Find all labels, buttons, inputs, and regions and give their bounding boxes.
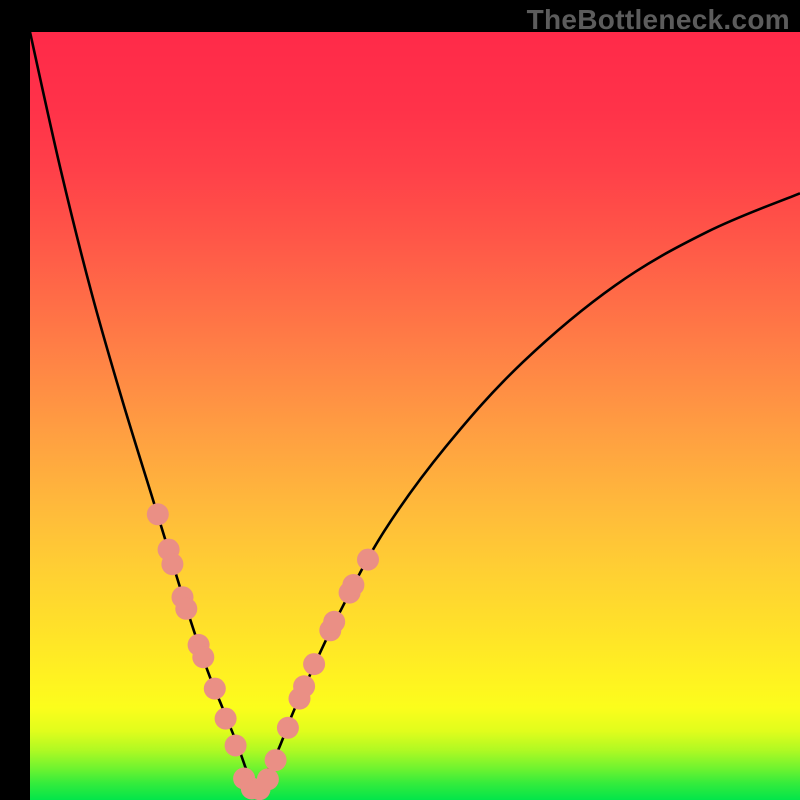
data-dot <box>204 678 226 700</box>
watermark-text: TheBottleneck.com <box>527 4 790 36</box>
data-dot <box>265 749 287 771</box>
data-dot <box>277 717 299 739</box>
data-dot <box>147 503 169 525</box>
dots-group <box>147 503 379 800</box>
data-dot <box>293 675 315 697</box>
data-dot <box>225 735 247 757</box>
data-dot <box>303 653 325 675</box>
data-dot <box>161 553 183 575</box>
data-dot <box>323 611 345 633</box>
bottleneck-curve <box>30 32 800 794</box>
data-dot <box>257 768 279 790</box>
curve-svg <box>30 32 800 800</box>
data-dot <box>215 708 237 730</box>
plot-area <box>30 32 800 800</box>
data-dot <box>357 549 379 571</box>
outer-frame: TheBottleneck.com <box>0 0 800 800</box>
data-dot <box>175 598 197 620</box>
data-dot <box>342 574 364 596</box>
data-dot <box>192 646 214 668</box>
